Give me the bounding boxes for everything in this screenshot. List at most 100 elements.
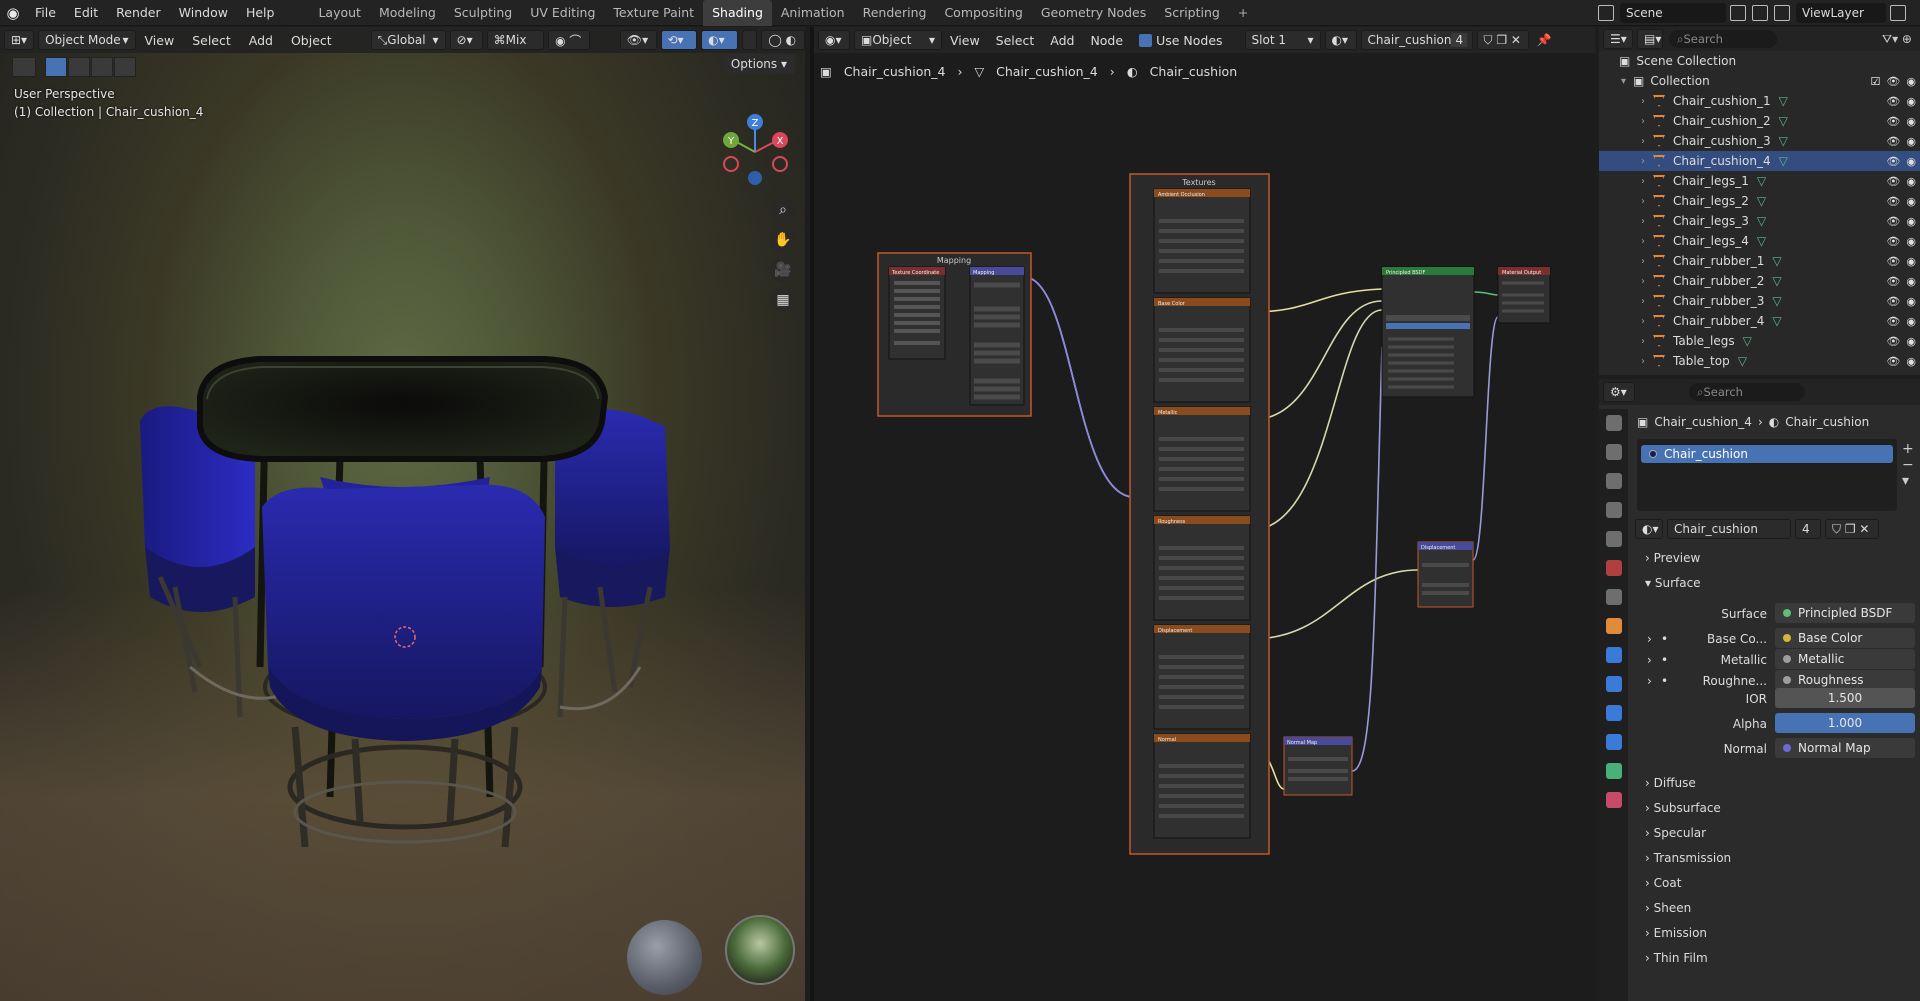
material-tab-icon[interactable]	[1605, 792, 1622, 808]
menu-window[interactable]: Window	[170, 0, 237, 26]
material-name-field[interactable]: Chair_cushion	[1667, 519, 1791, 539]
material-users-field[interactable]: 4	[1795, 519, 1821, 539]
viewport-menu-add[interactable]: Add	[240, 33, 282, 48]
chevron-right-icon[interactable]: ›	[1647, 632, 1652, 646]
chevron-right-icon[interactable]: ›	[1641, 316, 1653, 327]
tab-geometry-nodes[interactable]: Geometry Nodes	[1032, 0, 1155, 26]
props-breadcrumb-object[interactable]: Chair_cushion_4	[1654, 415, 1752, 429]
outliner-item[interactable]: › Chair_cushion_3 ▽ 👁 ◉	[1599, 131, 1920, 151]
world-tab-icon[interactable]	[1605, 560, 1622, 576]
tab-modeling[interactable]: Modeling	[370, 0, 445, 26]
chevron-right-icon[interactable]: ›	[1641, 96, 1653, 107]
menu-render[interactable]: Render	[107, 0, 170, 26]
mesh-data-icon[interactable]: ▽	[1772, 274, 1781, 288]
proportional-edit-icon[interactable]: ◉ ⌒	[548, 30, 590, 50]
subsection-subsurface[interactable]: › Subsurface	[1645, 801, 1721, 815]
node-base-color-texture[interactable]: Base Color	[1153, 297, 1251, 403]
eye-icon[interactable]: 👁	[1886, 295, 1900, 308]
properties-type-icon[interactable]: ⚙▾	[1603, 382, 1635, 402]
subsection-diffuse[interactable]: › Diffuse	[1645, 776, 1696, 790]
node-principled-bsdf[interactable]: Principled BSDF	[1381, 266, 1475, 398]
outliner-item[interactable]: › Chair_cushion_2 ▽ 👁 ◉	[1599, 111, 1920, 131]
node-roughness-texture[interactable]: Roughness	[1153, 515, 1251, 621]
add-workspace-button[interactable]: +	[1229, 0, 1257, 26]
node-texture-coordinate[interactable]: Texture Coordinate	[888, 266, 946, 360]
preview-section[interactable]: › Preview	[1645, 551, 1700, 565]
node-ambient-occlusion[interactable]: Ambient Occlusion	[1153, 188, 1251, 294]
tab-layout[interactable]: Layout	[309, 0, 370, 26]
camera-icon[interactable]: ◉	[1906, 155, 1916, 168]
node-displacement-texture[interactable]: Displacement	[1153, 624, 1251, 730]
tab-rendering[interactable]: Rendering	[854, 0, 936, 26]
scene-collection-row[interactable]: ▣ Scene Collection	[1599, 51, 1920, 71]
tool-select-icon[interactable]	[12, 57, 36, 77]
mesh-data-icon[interactable]: ▽	[1772, 314, 1781, 328]
chevron-right-icon[interactable]: ›	[1641, 236, 1653, 247]
perspective-grid-icon[interactable]: ▦	[770, 287, 796, 313]
outliner-item[interactable]: › Chair_legs_1 ▽ 👁 ◉	[1599, 171, 1920, 191]
surface-shader-field[interactable]: Principled BSDF	[1775, 603, 1915, 623]
eye-icon[interactable]: 👁	[1886, 255, 1900, 268]
viewport-menu-view[interactable]: View	[136, 33, 184, 48]
xray-icon[interactable]	[741, 30, 758, 50]
props-breadcrumb-material[interactable]: Chair_cushion	[1785, 415, 1869, 429]
node-normal-map[interactable]: Normal Map	[1283, 736, 1353, 796]
camera-view-icon[interactable]: 🎥	[770, 257, 796, 283]
menu-edit[interactable]: Edit	[65, 0, 107, 26]
mesh-data-icon[interactable]: ▽	[1757, 174, 1766, 188]
data-tab-icon[interactable]	[1605, 763, 1622, 779]
input-link-field[interactable]: Metallic	[1775, 649, 1915, 669]
gizmo-neg-y[interactable]	[723, 156, 739, 172]
viewport-menu-object[interactable]: Object	[282, 33, 341, 48]
camera-icon[interactable]: ◉	[1906, 315, 1916, 328]
eye-icon[interactable]: 👁	[1886, 275, 1900, 288]
tab-sculpting[interactable]: Sculpting	[445, 0, 521, 26]
visibility-icon[interactable]: 👁▾	[619, 30, 657, 50]
mapping-frame[interactable]: Mapping Texture Coordinate Mapping	[877, 252, 1032, 417]
camera-icon[interactable]: ◉	[1906, 215, 1916, 228]
outliner-item[interactable]: › Chair_rubber_3 ▽ 👁 ◉	[1599, 291, 1920, 311]
eye-icon[interactable]: 👁	[1886, 155, 1900, 168]
camera-icon[interactable]: ◉	[1906, 195, 1916, 208]
modifier-tab-icon[interactable]	[1605, 647, 1622, 663]
camera-icon[interactable]: ◉	[1906, 175, 1916, 188]
ior-field[interactable]: 1.500	[1775, 688, 1915, 708]
collection-row[interactable]: ▾ ▣ Collection ☑ 👁 ◉	[1599, 71, 1920, 91]
output-tab-icon[interactable]	[1605, 473, 1622, 489]
chevron-right-icon[interactable]: ›	[1641, 116, 1653, 127]
editor-type-icon[interactable]: ⊞▾	[4, 30, 35, 50]
eye-icon[interactable]: 👁	[1886, 195, 1900, 208]
tab-uv-editing[interactable]: UV Editing	[521, 0, 604, 26]
mesh-data-icon[interactable]: ▽	[1779, 154, 1788, 168]
delete-scene-icon[interactable]	[1752, 5, 1768, 21]
render-tab-icon[interactable]	[1605, 444, 1622, 460]
slot-add-remove-icons[interactable]: + − ▾	[1902, 441, 1914, 489]
collection-tab-icon[interactable]	[1605, 589, 1622, 605]
navigation-gizmo[interactable]: Z X Y	[720, 112, 790, 187]
camera-icon[interactable]: ◉	[1906, 135, 1916, 148]
eye-icon[interactable]: 👁	[1886, 215, 1900, 228]
tab-shading[interactable]: Shading	[703, 0, 772, 26]
orientation-dropdown[interactable]: ⤡ Global ▾	[370, 30, 446, 50]
chevron-right-icon[interactable]: ›	[1641, 356, 1653, 367]
scene-selector[interactable]: Scene	[1620, 3, 1726, 23]
zoom-icon[interactable]: ⌕	[770, 197, 796, 223]
tool-tab-icon[interactable]	[1605, 415, 1622, 431]
surface-section[interactable]: ▾ Surface	[1645, 576, 1701, 590]
mesh-data-icon[interactable]: ▽	[1738, 354, 1747, 368]
outliner-item[interactable]: › Chair_cushion_4 ▽ 👁 ◉	[1599, 151, 1920, 171]
node-displacement[interactable]: Displacement	[1417, 541, 1474, 608]
properties-search-input[interactable]: ⌕ Search	[1689, 383, 1805, 401]
select-subtract-icon[interactable]	[91, 57, 113, 77]
outliner-item[interactable]: › Table_top ▽ 👁 ◉	[1599, 351, 1920, 371]
mesh-data-icon[interactable]: ▽	[1757, 234, 1766, 248]
gizmo-neg-z[interactable]	[748, 171, 762, 185]
chevron-right-icon[interactable]: ›	[1641, 276, 1653, 287]
mesh-data-icon[interactable]: ▽	[1772, 294, 1781, 308]
select-new-icon[interactable]	[45, 57, 67, 77]
mode-dropdown[interactable]: Object Mode ▾	[38, 30, 136, 50]
chevron-down-icon[interactable]: ▾	[1621, 76, 1633, 87]
gizmo-toggle-icon[interactable]: ⟲▾	[660, 30, 698, 50]
chevron-right-icon[interactable]: ›	[1647, 674, 1652, 688]
outliner-item[interactable]: › Chair_rubber_1 ▽ 👁 ◉	[1599, 251, 1920, 271]
